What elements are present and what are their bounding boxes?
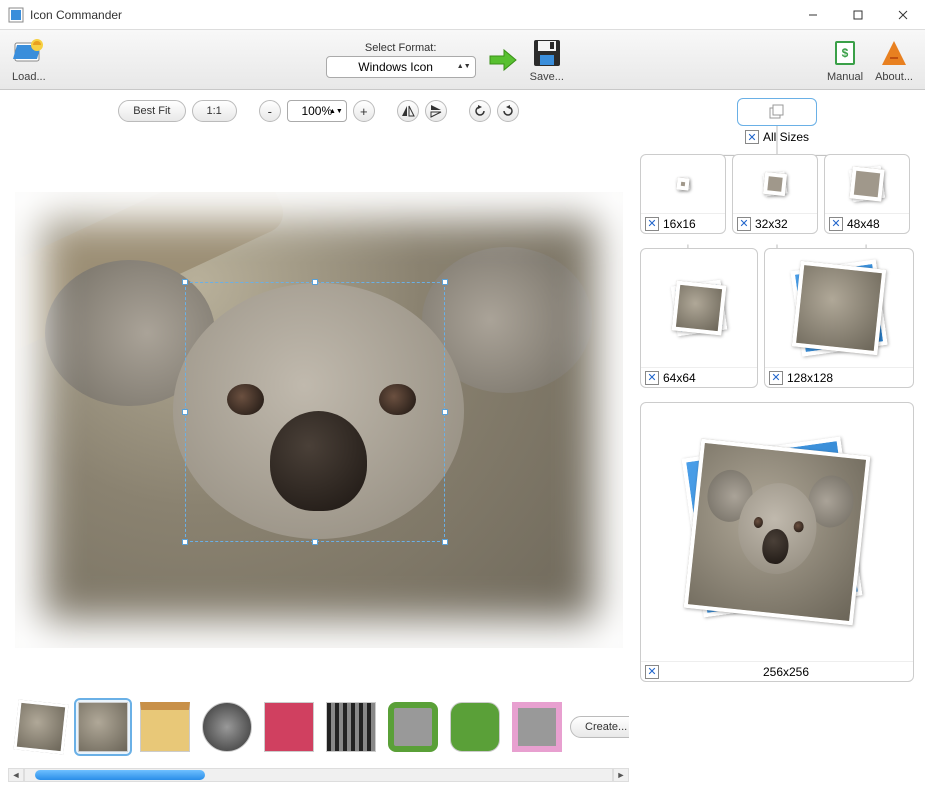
load-icon <box>13 37 45 69</box>
flip-vertical-button[interactable] <box>425 100 447 122</box>
style-thumb[interactable] <box>508 698 566 756</box>
scroll-left-button[interactable]: ◄ <box>8 768 24 782</box>
svg-text:$: $ <box>842 46 849 60</box>
size-label: 64x64 <box>663 371 696 385</box>
style-thumb[interactable] <box>136 698 194 756</box>
format-block: Select Format: Windows Icon ▲▼ <box>326 42 476 78</box>
save-label: Save... <box>530 71 564 83</box>
load-button[interactable]: Load... <box>12 37 46 83</box>
crop-selection[interactable] <box>185 282 445 542</box>
size-card-256[interactable]: ✕ 256x256 <box>640 402 914 682</box>
zoom-field[interactable]: 100% ▲▼ <box>287 100 347 122</box>
size-label: 256x256 <box>763 665 809 679</box>
size-card-64[interactable]: ✕ 64x64 <box>640 248 758 388</box>
size-card-16[interactable]: ✕ 16x16 <box>640 154 726 234</box>
scroll-right-button[interactable]: ► <box>613 768 629 782</box>
size-label: 16x16 <box>663 217 696 231</box>
format-title: Select Format: <box>365 42 437 54</box>
scroll-track[interactable] <box>24 768 613 782</box>
checkbox-icon: ✕ <box>745 130 759 144</box>
flip-vertical-icon <box>429 104 443 118</box>
about-button[interactable]: About... <box>875 37 913 83</box>
about-label: About... <box>875 71 913 83</box>
size-card-32[interactable]: ✕ 32x32 <box>732 154 818 234</box>
all-sizes-checkbox[interactable]: ✕ All Sizes <box>745 130 809 144</box>
crop-handle[interactable] <box>312 279 318 285</box>
checkbox-icon[interactable]: ✕ <box>645 371 659 385</box>
manual-button[interactable]: $ Manual <box>827 37 863 83</box>
checkbox-icon[interactable]: ✕ <box>829 217 843 231</box>
crop-handle[interactable] <box>182 539 188 545</box>
flip-horizontal-icon <box>401 104 415 118</box>
size-tree: ✕ All Sizes ✕ 16x16 ✕ 32x32 ✕ 48x48 <box>637 96 917 779</box>
all-sizes-root[interactable] <box>737 98 817 126</box>
load-label: Load... <box>12 71 46 83</box>
style-thumb[interactable] <box>260 698 318 756</box>
thumbstrip-scrollbar[interactable]: ◄ ► <box>8 767 629 783</box>
arrow-right-icon <box>486 44 518 76</box>
canvas-area[interactable] <box>8 132 629 687</box>
size-label: 48x48 <box>847 217 880 231</box>
manual-icon: $ <box>829 37 861 69</box>
checkbox-icon[interactable]: ✕ <box>737 217 751 231</box>
select-arrows-icon: ▲▼ <box>457 63 471 70</box>
all-sizes-label: All Sizes <box>763 130 809 144</box>
manual-label: Manual <box>827 71 863 83</box>
style-thumb[interactable] <box>322 698 380 756</box>
stepper-arrows-icon: ▲▼ <box>329 108 343 115</box>
rotate-ccw-button[interactable] <box>469 100 491 122</box>
crop-handle[interactable] <box>442 409 448 415</box>
checkbox-icon[interactable]: ✕ <box>769 371 783 385</box>
maximize-button[interactable] <box>835 0 880 30</box>
view-controls: Best Fit 1:1 - 100% ▲▼ + <box>8 96 629 126</box>
save-button[interactable]: Save... <box>530 37 564 83</box>
rotate-cw-button[interactable] <box>497 100 519 122</box>
app-icon <box>8 7 24 23</box>
zoom-in-button[interactable]: + <box>353 100 375 122</box>
minimize-button[interactable] <box>790 0 835 30</box>
rotate-cw-icon <box>501 104 515 118</box>
scroll-thumb[interactable] <box>35 770 205 780</box>
style-thumb[interactable] <box>198 698 256 756</box>
create-button[interactable]: Create... <box>570 716 629 738</box>
checkbox-icon[interactable]: ✕ <box>645 217 659 231</box>
size-label: 128x128 <box>787 371 833 385</box>
crop-handle[interactable] <box>182 279 188 285</box>
one-to-one-button[interactable]: 1:1 <box>192 100 237 122</box>
crop-handle[interactable] <box>442 539 448 545</box>
style-thumb[interactable] <box>12 698 70 756</box>
main-toolbar: Load... Select Format: Windows Icon ▲▼ S… <box>0 30 925 90</box>
format-select[interactable]: Windows Icon ▲▼ <box>326 56 476 78</box>
about-icon <box>878 37 910 69</box>
close-button[interactable] <box>880 0 925 30</box>
checkbox-icon[interactable]: ✕ <box>645 665 659 679</box>
size-card-48[interactable]: ✕ 48x48 <box>824 154 910 234</box>
style-thumbstrip: Create... <box>8 687 629 767</box>
style-thumb[interactable] <box>74 698 132 756</box>
rotate-ccw-icon <box>473 104 487 118</box>
window-title: Icon Commander <box>30 8 790 22</box>
crop-handle[interactable] <box>182 409 188 415</box>
crop-handle[interactable] <box>442 279 448 285</box>
best-fit-button[interactable]: Best Fit <box>118 100 185 122</box>
flip-horizontal-button[interactable] <box>397 100 419 122</box>
zoom-value: 100% <box>301 104 332 118</box>
style-thumb[interactable] <box>446 698 504 756</box>
save-icon <box>531 37 563 69</box>
format-value: Windows Icon <box>348 60 453 74</box>
titlebar: Icon Commander <box>0 0 925 30</box>
crop-handle[interactable] <box>312 539 318 545</box>
zoom-out-button[interactable]: - <box>259 100 281 122</box>
size-label: 32x32 <box>755 217 788 231</box>
size-card-128[interactable]: ✕ 128x128 <box>764 248 914 388</box>
style-thumb[interactable] <box>384 698 442 756</box>
stack-icon <box>768 103 786 121</box>
